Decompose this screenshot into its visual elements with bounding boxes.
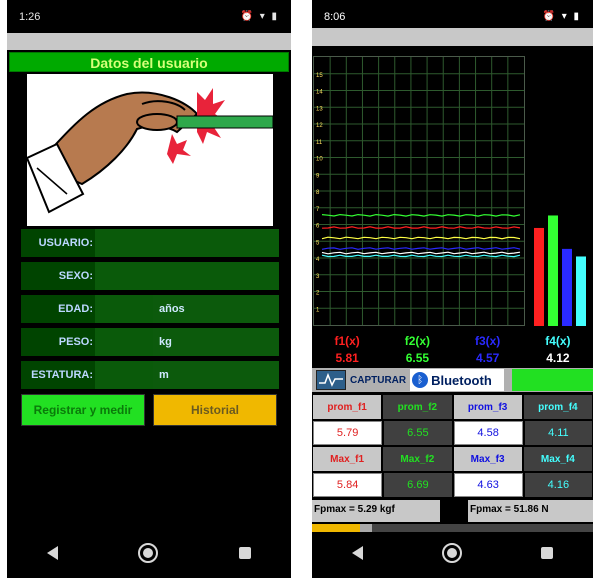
force-bar <box>548 215 558 326</box>
capture-toolbar: CAPTURAR ᛒ Bluetooth <box>312 368 593 392</box>
f2-name: f2(x) <box>404 334 431 348</box>
estatura-label: ESTATURA: <box>31 369 93 381</box>
prom-f2-header: prom_f2 <box>383 395 452 419</box>
prom-f3-header: prom_f3 <box>453 395 522 419</box>
f4-name: f4(x) <box>545 334 571 348</box>
fpmax-newton: Fpmax = 51.86 N <box>468 500 593 522</box>
y-tick-label: 13 <box>316 106 323 112</box>
f3-name: f3(x) <box>474 334 501 348</box>
field-edad: EDAD: años <box>21 295 279 323</box>
edad-unit: años <box>153 295 279 323</box>
page-title: Datos del usuario <box>9 52 289 72</box>
measurement-screen: 8:06 ⏰ ▾ ▮ 15 14 13 12 11 10 9 8 7 6 5 4 3 2 1 f1(x) f… <box>312 0 593 578</box>
status-icons: ⏰ ▾ ▮ <box>542 11 581 22</box>
edad-input[interactable] <box>95 295 153 323</box>
y-tick-label: 11 <box>316 140 323 146</box>
bluetooth-label: Bluetooth <box>431 372 492 388</box>
prom-f2-value: 6.55 <box>384 421 452 445</box>
max-header-row: Max_f1 Max_f2 Max_f3 Max_f4 <box>312 446 593 472</box>
y-tick-label: 14 <box>316 90 323 96</box>
estatura-unit: m <box>153 361 279 389</box>
fpmax-spacer <box>440 500 468 522</box>
back-icon[interactable] <box>351 546 363 560</box>
edad-label: EDAD: <box>58 303 93 315</box>
f4-value: 4.12 <box>546 351 570 365</box>
prom-f1-header: prom_f1 <box>313 395 382 419</box>
recent-apps-icon[interactable] <box>541 547 554 559</box>
y-tick-label: 12 <box>316 123 323 129</box>
home-icon[interactable] <box>138 543 159 563</box>
field-sexo: SEXO: <box>21 262 279 290</box>
app-bar <box>7 33 291 50</box>
max-f1-header: Max_f1 <box>313 447 382 471</box>
register-measure-button[interactable]: Registrar y medir <box>21 394 145 426</box>
app-bar <box>312 28 593 46</box>
field-peso: PESO: kg <box>21 328 279 356</box>
series-line <box>321 213 521 217</box>
y-tick-label: 10 <box>316 157 323 163</box>
recent-apps-icon[interactable] <box>238 547 251 559</box>
force-line-graph: 15 14 13 12 11 10 9 8 7 6 5 4 3 2 1 <box>313 56 525 326</box>
fpmax-row: Fpmax = 5.29 kgf Fpmax = 51.86 N <box>312 500 593 522</box>
series-values: 5.81 6.55 4.57 4.12 <box>312 351 593 365</box>
hand-illustration <box>25 74 274 226</box>
status-time: 8:06 <box>324 10 346 23</box>
fpmax-kgf: Fpmax = 5.29 kgf <box>312 500 440 522</box>
max-f4-value: 4.16 <box>524 473 592 497</box>
estatura-input[interactable] <box>95 361 153 389</box>
field-estatura: ESTATURA: m <box>21 361 279 389</box>
max-f3-value: 4.63 <box>453 473 523 497</box>
bluetooth-button[interactable]: ᛒ Bluetooth <box>410 369 505 391</box>
force-bar <box>576 256 586 326</box>
f2-value: 6.55 <box>405 351 430 365</box>
sexo-select[interactable] <box>95 262 279 290</box>
peso-input[interactable] <box>95 328 153 356</box>
max-f4-header: Max_f4 <box>523 447 592 471</box>
max-f1-value: 5.84 <box>313 473 383 497</box>
back-icon[interactable] <box>47 546 59 560</box>
max-f3-header: Max_f3 <box>453 447 522 471</box>
user-data-screen: 1:26 ⏰ ▾ ▮ Datos del usuario USUARIO: SE… <box>7 0 291 578</box>
prom-f4-header: prom_f4 <box>523 395 592 419</box>
field-usuario: USUARIO: <box>21 229 279 257</box>
max-f2-value: 6.69 <box>384 473 452 497</box>
prom-f4-value: 4.11 <box>524 421 592 445</box>
prom-header-row: prom_f1 prom_f2 prom_f3 prom_f4 <box>312 394 593 420</box>
sexo-label: SEXO: <box>58 270 93 282</box>
usuario-input[interactable] <box>95 229 279 257</box>
history-button[interactable]: Historial <box>153 394 277 426</box>
status-bar: 1:26 ⏰ ▾ ▮ <box>7 0 291 33</box>
prom-f1-value: 5.79 <box>313 421 383 445</box>
prom-value-row: 5.79 6.55 4.58 4.11 <box>312 420 593 446</box>
force-bar <box>562 248 572 326</box>
prom-f3-value: 4.58 <box>453 421 523 445</box>
y-tick-label: 15 <box>316 73 323 79</box>
waveform-icon[interactable] <box>316 370 346 390</box>
usuario-label: USUARIO: <box>38 237 93 249</box>
peso-unit: kg <box>153 328 279 356</box>
home-icon[interactable] <box>441 543 462 563</box>
capture-button[interactable]: CAPTURAR <box>350 375 406 386</box>
series-names: f1(x) f2(x) f3(x) f4(x) <box>312 334 593 348</box>
status-icons: ⏰ ▾ ▮ <box>240 11 279 22</box>
series-line <box>321 254 521 258</box>
force-bar-chart <box>528 56 593 326</box>
status-time: 1:26 <box>19 10 41 23</box>
connection-status-bar <box>512 369 593 391</box>
f3-value: 4.57 <box>475 351 500 365</box>
series-line <box>321 251 521 255</box>
stats-grid: prom_f1 prom_f2 prom_f3 prom_f4 5.79 6.5… <box>312 394 593 498</box>
bluetooth-icon: ᛒ <box>412 372 429 388</box>
series-line <box>321 226 521 229</box>
nav-bar <box>7 528 291 578</box>
peso-label: PESO: <box>58 336 93 348</box>
series-line <box>321 247 521 250</box>
f1-value: 5.81 <box>335 351 359 365</box>
nav-bar <box>312 528 593 578</box>
f1-name: f1(x) <box>334 334 360 348</box>
max-f2-header: Max_f2 <box>383 447 452 471</box>
force-bar <box>534 227 544 326</box>
series-line <box>321 236 521 240</box>
max-value-row: 5.84 6.69 4.63 4.16 <box>312 472 593 498</box>
